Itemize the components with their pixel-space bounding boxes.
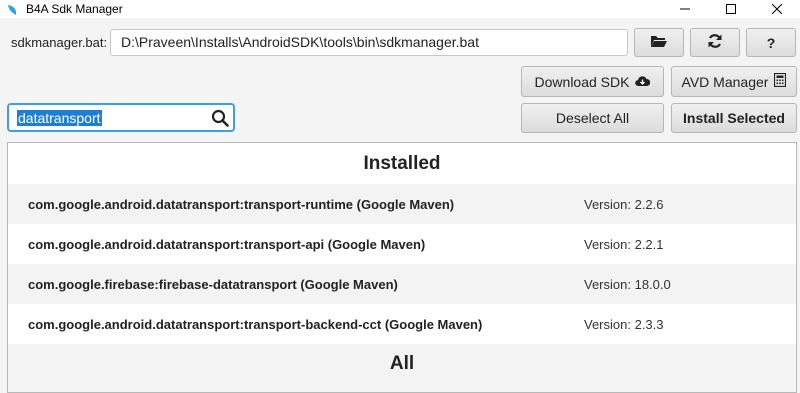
package-name: com.google.android.datatransport:transpo… <box>28 316 483 332</box>
all-section-header-row: All <box>8 344 796 392</box>
refresh-icon <box>707 33 723 52</box>
list-item[interactable]: com.google.android.datatransport:transpo… <box>8 184 796 224</box>
browse-folder-button[interactable] <box>634 28 684 57</box>
close-button[interactable] <box>754 0 800 18</box>
list-item[interactable]: com.google.android.datatransport:transpo… <box>8 304 796 344</box>
package-list[interactable]: Installed com.google.android.datatranspo… <box>7 142 797 393</box>
calculator-icon <box>774 72 787 90</box>
search-input-value: datatransport <box>17 110 102 126</box>
help-label: ? <box>766 34 776 51</box>
download-sdk-label: Download SDK <box>534 73 630 90</box>
minimize-button[interactable] <box>662 0 708 18</box>
install-selected-label: Install Selected <box>683 110 785 126</box>
cloud-download-icon <box>635 74 651 90</box>
install-selected-button[interactable]: Install Selected <box>671 103 797 133</box>
avd-manager-button[interactable]: AVD Manager <box>671 66 797 97</box>
window-title: B4A Sdk Manager <box>26 2 123 16</box>
avd-manager-label: AVD Manager <box>681 73 769 90</box>
package-name: com.google.firebase:firebase-datatranspo… <box>28 276 398 292</box>
installed-section-header: Installed <box>363 153 441 174</box>
folder-open-icon <box>650 34 668 51</box>
all-section-header: All <box>389 353 415 374</box>
package-version: Version: 18.0.0 <box>584 276 671 292</box>
package-name: com.google.android.datatransport:transpo… <box>28 236 426 252</box>
download-sdk-button[interactable]: Download SDK <box>521 66 664 97</box>
package-version: Version: 2.3.3 <box>584 316 664 332</box>
search-icon[interactable] <box>211 109 229 132</box>
package-name: com.google.android.datatransport:transpo… <box>28 196 455 212</box>
deselect-all-button[interactable]: Deselect All <box>521 103 664 133</box>
package-version: Version: 2.2.6 <box>584 196 664 212</box>
refresh-button[interactable] <box>690 28 740 57</box>
help-button[interactable]: ? <box>746 28 796 57</box>
list-item[interactable]: com.google.firebase:firebase-datatranspo… <box>8 264 796 304</box>
title-bar: B4A Sdk Manager <box>0 0 800 18</box>
list-item[interactable]: com.google.android.datatransport:transpo… <box>8 224 796 264</box>
search-input[interactable]: datatransport <box>7 103 235 132</box>
sdkmanager-label: sdkmanager.bat: <box>11 35 108 50</box>
deselect-all-label: Deselect All <box>555 110 630 126</box>
sdkmanager-path-field[interactable]: D:\Praveen\Installs\AndroidSDK\tools\bin… <box>110 29 628 56</box>
app-logo-icon <box>6 3 18 15</box>
package-version: Version: 2.2.1 <box>584 236 664 252</box>
maximize-button[interactable] <box>708 0 754 18</box>
